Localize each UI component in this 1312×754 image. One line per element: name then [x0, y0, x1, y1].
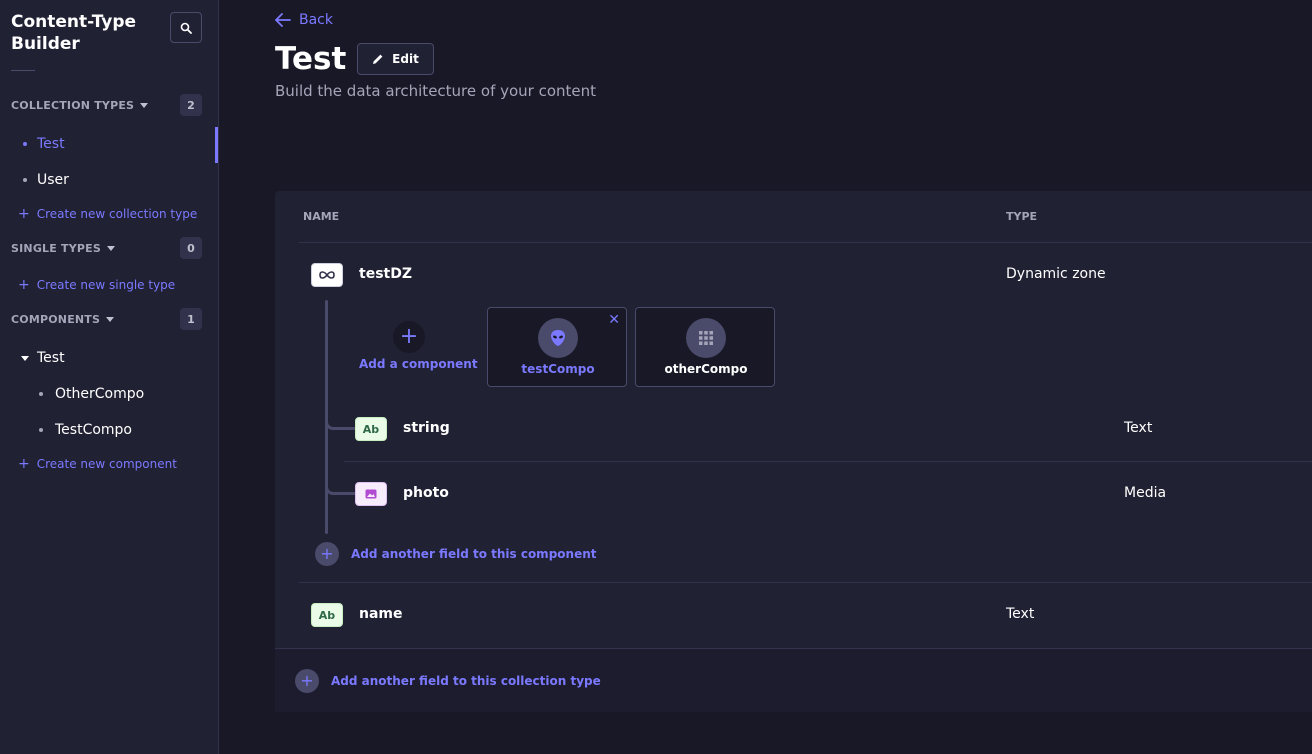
pencil-icon: [373, 54, 383, 64]
add-component-field-label[interactable]: Add another field to this component: [351, 547, 596, 561]
fields-table: NAME TYPE testDZ Dynamic zone + Add a co…: [275, 191, 1312, 712]
collection-types-label: COLLECTION TYPES: [11, 99, 135, 112]
chevron-down-icon: [140, 103, 149, 108]
chevron-down-icon: [106, 317, 115, 322]
field-name-testdz[interactable]: testDZ: [359, 266, 412, 282]
media-icon: [355, 482, 387, 506]
sidebar-title: Content-Type Builder: [11, 12, 137, 54]
single-types-header[interactable]: SINGLE TYPES: [11, 242, 115, 255]
components-count: 1: [180, 308, 202, 330]
add-component-label[interactable]: Add a component: [359, 357, 478, 371]
component-card-label: testCompo: [521, 362, 595, 376]
text-icon: Ab: [311, 603, 343, 627]
plus-icon: +: [320, 544, 334, 563]
create-collection-type-label: Create new collection type: [36, 207, 198, 221]
bullet-icon: [23, 142, 27, 146]
single-types-count: 0: [180, 237, 202, 259]
sidebar-item-label: TestCompo: [55, 422, 132, 438]
sidebar-item-label: OtherCompo: [55, 386, 145, 402]
search-icon: [180, 22, 192, 34]
edit-button[interactable]: Edit: [357, 43, 434, 75]
text-icon: Ab: [355, 417, 387, 441]
plus-icon: +: [18, 277, 30, 293]
bullet-icon: [23, 178, 27, 182]
create-collection-type-link[interactable]: + Create new collection type: [18, 207, 197, 221]
sidebar-item-othercompo[interactable]: OtherCompo: [39, 386, 144, 402]
search-button[interactable]: [170, 12, 202, 43]
collection-types-header[interactable]: COLLECTION TYPES: [11, 99, 149, 112]
active-indicator: [215, 127, 218, 163]
column-header-name: NAME: [303, 210, 340, 223]
back-label: Back: [299, 12, 333, 28]
create-single-type-link[interactable]: + Create new single type: [18, 278, 175, 292]
plus-icon: +: [399, 324, 419, 349]
add-component-field-button[interactable]: +: [315, 542, 339, 566]
component-card-testcompo[interactable]: ✕ testCompo: [487, 307, 627, 387]
component-category-test[interactable]: Test: [21, 350, 65, 366]
add-collection-field-button[interactable]: +: [295, 669, 319, 693]
sidebar-item-label: Test: [37, 136, 65, 152]
sidebar-item-user[interactable]: User: [23, 172, 69, 188]
field-type-photo: Media: [1124, 485, 1167, 501]
row-divider: [299, 582, 1312, 583]
single-types-label: SINGLE TYPES: [11, 242, 101, 255]
dynamic-zone-icon: [311, 263, 343, 287]
components-label: COMPONENTS: [11, 313, 101, 326]
sidebar-item-test[interactable]: Test: [23, 136, 65, 152]
edit-label: Edit: [392, 52, 419, 66]
tree-branch: [325, 475, 355, 495]
component-category-label: Test: [37, 350, 65, 366]
row-divider: [344, 461, 1312, 462]
plus-icon: +: [18, 456, 30, 472]
header-divider: [299, 242, 1312, 243]
grid-icon: [699, 331, 713, 345]
field-name-name[interactable]: name: [359, 606, 403, 622]
components-header[interactable]: COMPONENTS: [11, 313, 115, 326]
component-card-othercompo[interactable]: otherCompo: [635, 307, 775, 387]
table-footer: + Add another field to this collection t…: [275, 648, 1312, 712]
add-component-button[interactable]: +: [393, 321, 425, 353]
column-header-type: TYPE: [1006, 210, 1038, 223]
sidebar: Content-Type Builder COLLECTION TYPES 2 …: [0, 0, 219, 754]
back-link[interactable]: Back: [275, 12, 333, 28]
field-type-name: Text: [1006, 606, 1035, 622]
sidebar-item-testcompo[interactable]: TestCompo: [39, 422, 132, 438]
sidebar-item-label: User: [37, 172, 69, 188]
add-collection-field-label[interactable]: Add another field to this collection typ…: [331, 674, 601, 688]
plus-icon: +: [18, 206, 30, 222]
close-icon[interactable]: ✕: [608, 313, 620, 327]
bullet-icon: [39, 392, 43, 396]
create-component-link[interactable]: + Create new component: [18, 457, 177, 471]
alien-icon: [551, 330, 565, 346]
page-subtitle: Build the data architecture of your cont…: [275, 82, 597, 100]
chevron-down-icon: [106, 246, 115, 251]
page-title: Test: [275, 41, 347, 77]
sidebar-divider: [11, 70, 35, 71]
component-avatar: [686, 318, 726, 358]
tree-branch: [325, 410, 355, 430]
plus-icon: +: [300, 671, 314, 690]
create-component-label: Create new component: [36, 457, 177, 471]
field-name-string[interactable]: string: [403, 420, 450, 436]
field-type-testdz: Dynamic zone: [1006, 266, 1106, 282]
component-card-label: otherCompo: [664, 362, 748, 376]
field-type-string: Text: [1124, 420, 1153, 436]
bullet-icon: [39, 428, 43, 432]
component-avatar: [538, 318, 578, 358]
create-single-type-label: Create new single type: [36, 278, 176, 292]
field-name-photo[interactable]: photo: [403, 485, 449, 501]
arrow-left-icon: [275, 13, 291, 27]
collection-types-count: 2: [180, 94, 202, 116]
caret-down-icon: [21, 355, 29, 361]
